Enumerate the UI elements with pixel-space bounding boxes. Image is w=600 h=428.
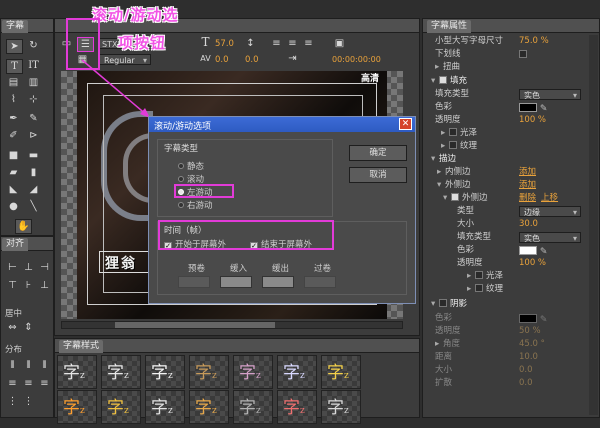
easeout-input[interactable] — [262, 276, 294, 288]
dialog-title: 滚动/游动选项 — [154, 122, 212, 132]
preroll-label: 预卷 — [188, 264, 206, 274]
postroll-input[interactable] — [304, 276, 336, 288]
selected-option-highlight — [174, 184, 234, 198]
easein-input[interactable] — [220, 276, 252, 288]
option-still[interactable]: 静态 — [178, 160, 204, 172]
postroll-label: 过卷 — [314, 264, 332, 274]
time-options-highlight — [158, 220, 334, 250]
type-group: 字幕类型 静态 滚动 左游动 右游动 — [157, 139, 333, 217]
ok-button[interactable]: 确定 — [349, 145, 407, 161]
close-icon[interactable]: ✕ — [399, 118, 412, 130]
option-still-label: 静态 — [187, 162, 205, 172]
easeout-label: 缓出 — [272, 264, 290, 274]
time-group: 时间（帧） ✓ 开始于屏幕外 ✓ 结束于屏幕外 预卷 缓入 缓出 过卷 — [157, 220, 407, 295]
roll-crawl-dialog: 滚动/游动选项 ✕ 字幕类型 静态 滚动 左游动 右游动 时间（帧） ✓ 开始于屏… — [148, 116, 416, 304]
dialog-titlebar: 滚动/游动选项 ✕ — [149, 117, 415, 132]
type-group-label: 字幕类型 — [164, 144, 199, 154]
easein-label: 缓入 — [230, 264, 248, 274]
preroll-input[interactable] — [178, 276, 210, 288]
cancel-button[interactable]: 取消 — [349, 167, 407, 183]
option-crawl-right[interactable]: 右游动 — [178, 199, 213, 211]
option-crawl-right-label: 右游动 — [187, 201, 213, 211]
